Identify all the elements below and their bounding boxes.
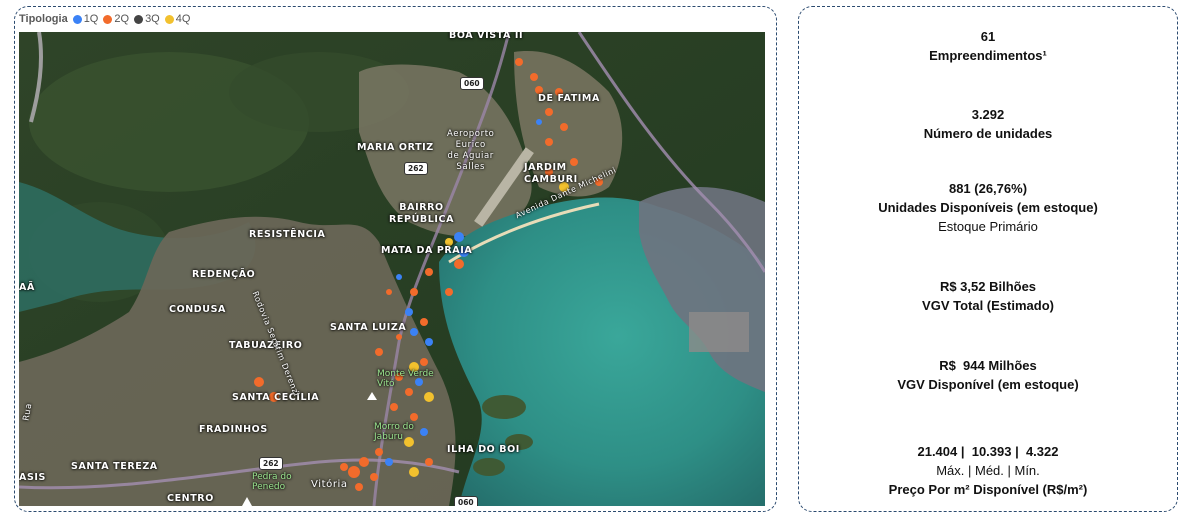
stat-preco-label: Preço Por m² Disponível (R$/m²) xyxy=(888,482,1088,497)
label-vitoria: Vitória xyxy=(311,479,348,490)
tipologia-legend: Tipologia 1Q 2Q 3Q 4Q xyxy=(19,12,195,26)
stat-disponiveis-label: Unidades Disponíveis (em estoque) xyxy=(878,200,1098,215)
stat-unidades-label: Número de unidades xyxy=(923,126,1053,141)
label-maria-ortiz: MARIA ORTIZ xyxy=(357,142,434,153)
label-santa-tereza: SANTA TEREZA xyxy=(71,461,158,472)
legend-dot-3q xyxy=(134,14,144,24)
label-fradinhos: FRADINHOS xyxy=(199,424,268,435)
label-ilha-do-boi: ILHA DO BOI xyxy=(447,444,520,455)
stat-empreendimentos-label: Empreendimentos¹ xyxy=(929,48,1047,63)
legend-item-3q[interactable]: 3Q xyxy=(134,13,160,25)
legend-dot-1q xyxy=(72,14,82,24)
label-santa-luiza: SANTA LUIZA xyxy=(330,322,407,333)
stat-vgv-total: R$ 3,52 Bilhões VGV Total (Estimado) xyxy=(799,277,1177,315)
label-redencao: REDENÇÃO xyxy=(192,269,256,280)
stat-preco: 21.404 | 10.393 | 4.322 Máx. | Méd. | Mí… xyxy=(799,442,1177,499)
legend-title: Tipologia xyxy=(19,13,68,25)
legend-dot-2q xyxy=(103,14,113,24)
label-aeroporto: Aeroporto Eurico de Aguiar Salles xyxy=(447,129,495,172)
road-sign-060-north: 060 xyxy=(460,77,484,90)
legend-dot-4q xyxy=(164,14,174,24)
stat-disponiveis-sub: Estoque Primário xyxy=(938,219,1038,234)
label-morro-jaburu: Morro do Jaburu xyxy=(374,422,414,442)
stat-vgv-disponivel-value: R$ 944 Milhões xyxy=(939,358,1037,373)
stat-vgv-disponivel: R$ 944 Milhões VGV Disponível (em estoqu… xyxy=(799,356,1177,394)
stat-disponiveis: 881 (26,76%) Unidades Disponíveis (em es… xyxy=(799,179,1177,236)
label-condusa: CONDUSA xyxy=(169,304,226,315)
legend-item-1q[interactable]: 1Q xyxy=(72,13,99,25)
label-aa: AÃ xyxy=(19,282,35,293)
stat-empreendimentos-value: 61 xyxy=(980,29,996,44)
road-sign-262-north: 262 xyxy=(404,162,428,175)
label-centro: CENTRO xyxy=(167,493,214,504)
legend-item-2q[interactable]: 2Q xyxy=(103,13,129,25)
stat-preco-sub: Máx. | Méd. | Mín. xyxy=(936,463,1040,478)
label-santa-cecilia: SANTA CECÍLIA xyxy=(232,392,320,403)
legend-label-3q: 3Q xyxy=(145,13,160,25)
stat-unidades-value: 3.292 xyxy=(971,107,1005,122)
satellite-map[interactable]: BOA VISTA II DE FATIMA MARIA ORTIZ Aerop… xyxy=(19,32,765,506)
label-resistencia: RESISTÊNCIA xyxy=(249,229,326,240)
stat-unidades: 3.292 Número de unidades xyxy=(799,105,1177,143)
label-tabuazeiro: TABUAZEIRO xyxy=(229,340,303,351)
legend-item-4q[interactable]: 4Q xyxy=(164,13,191,25)
stat-vgv-total-label: VGV Total (Estimado) xyxy=(922,298,1054,313)
label-bairro-republica: BAIRRO REPÚBLICA xyxy=(389,202,455,225)
label-monte-verde: Monte Verde Vitó xyxy=(377,369,434,389)
stat-disponiveis-value: 881 (26,76%) xyxy=(948,181,1028,196)
label-boa-vista: BOA VISTA II xyxy=(449,32,524,41)
road-sign-262-south: 262 xyxy=(259,457,283,470)
label-mata-da-praia: MATA DA PRAIA xyxy=(381,245,473,256)
stats-card: 61 Empreendimentos¹ 3.292 Número de unid… xyxy=(798,6,1178,512)
stat-empreendimentos: 61 Empreendimentos¹ xyxy=(799,27,1177,65)
legend-label-1q: 1Q xyxy=(83,13,99,25)
stat-vgv-disponivel-label: VGV Disponível (em estoque) xyxy=(897,377,1079,392)
legend-label-2q: 2Q xyxy=(114,13,130,25)
island xyxy=(482,395,526,419)
stat-preco-value: 21.404 | 10.393 | 4.322 xyxy=(917,444,1059,459)
stat-vgv-total-value: R$ 3,52 Bilhões xyxy=(939,279,1037,294)
label-asis: ASIS xyxy=(19,472,46,483)
map-card: Tipologia 1Q 2Q 3Q 4Q BOA VISTA II DE FA… xyxy=(14,6,777,512)
road-sign-060-south: 060 xyxy=(454,496,478,506)
label-fatima: DE FATIMA xyxy=(538,93,600,104)
label-jardim-camburi: JARDIM CAMBURI xyxy=(524,162,578,185)
label-pedra-penedo: Pedra do Penedo xyxy=(252,472,292,492)
legend-label-4q: 4Q xyxy=(175,13,191,25)
